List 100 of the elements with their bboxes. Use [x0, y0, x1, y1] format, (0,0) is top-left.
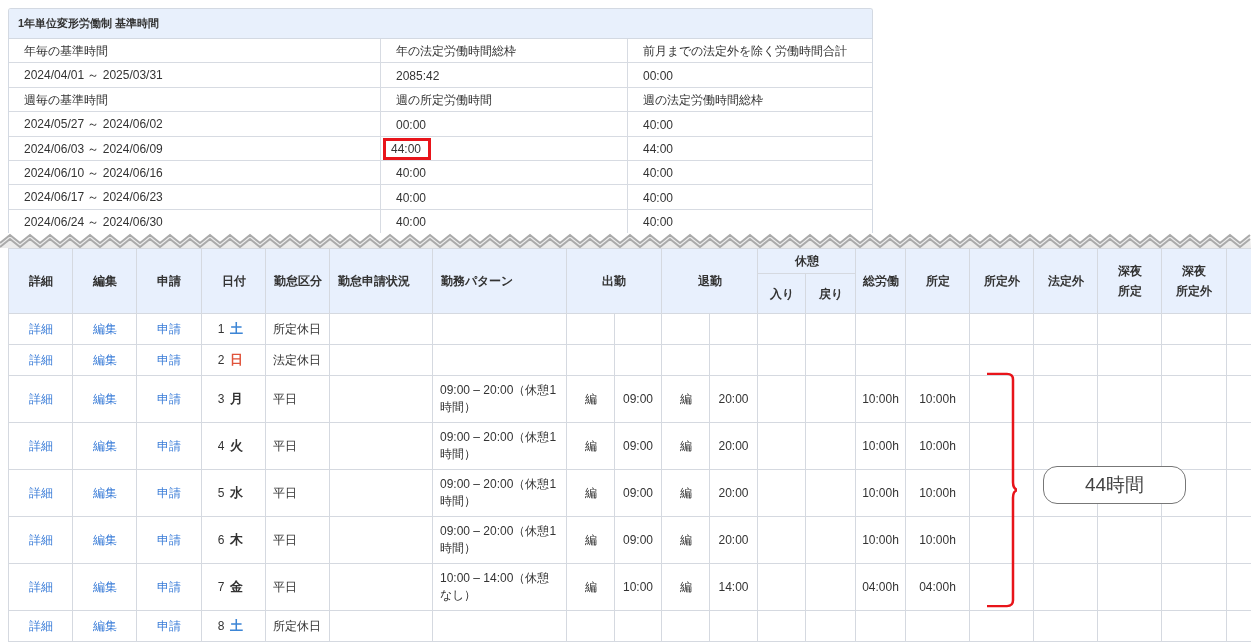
attendance-category: 所定休日	[273, 321, 321, 336]
table-cell-text: 00:00	[395, 116, 428, 134]
column-header: 申請	[136, 248, 202, 314]
clock-in-time: 09:00	[623, 485, 653, 500]
request-link[interactable]: 申請	[157, 352, 181, 367]
column-header: 所定	[905, 248, 970, 314]
column-header: 入り	[757, 273, 806, 314]
edited-marker: 編	[679, 532, 692, 547]
column-header: 退勤	[661, 248, 758, 314]
table-cell-text: 00:00	[642, 67, 675, 85]
attendance-category: 平日	[273, 532, 297, 547]
edit-link[interactable]: 編集	[92, 485, 117, 500]
scheduled-hours: 10:00h	[919, 485, 956, 500]
detail-link[interactable]: 詳細	[28, 618, 53, 633]
work-pattern: 09:00 – 20:00（休憩1時間）	[440, 477, 557, 508]
table-cell: 44:00	[383, 138, 432, 161]
request-link[interactable]: 申請	[157, 618, 181, 633]
request-link[interactable]: 申請	[157, 321, 181, 336]
attendance-category: 平日	[273, 579, 297, 594]
detail-link[interactable]: 詳細	[28, 391, 53, 406]
clock-out-time: 20:00	[718, 485, 749, 500]
table-cell-text: 2024/05/27 ～ 2024/06/02	[23, 116, 164, 134]
work-pattern: 09:00 – 20:00（休憩1時間）	[440, 524, 557, 555]
column-header: 休憩	[757, 248, 856, 274]
day-number: 5	[217, 486, 225, 500]
total-hours: 10:00h	[862, 485, 899, 500]
clock-out-time: 20:00	[718, 438, 749, 453]
edited-marker: 編	[679, 579, 692, 594]
column-header: 法定外	[1033, 248, 1098, 314]
edit-link[interactable]: 編集	[92, 391, 117, 406]
edited-marker: 編	[584, 532, 597, 547]
column-header: 総労働	[855, 248, 906, 314]
column-header: 詳細	[8, 248, 73, 314]
attendance-category: 平日	[273, 438, 297, 453]
table-cell-text: 2024/06/24 ～ 2024/06/30	[23, 213, 164, 231]
callout-label: 44時間	[1043, 466, 1186, 504]
column-header: 勤怠申請状況	[329, 248, 433, 314]
column-header: 戻り	[805, 273, 856, 314]
clock-out-time: 20:00	[718, 391, 749, 406]
weekday-label: 日	[230, 352, 244, 367]
total-hours: 10:00h	[862, 532, 899, 547]
column-header: 所定外	[1176, 284, 1212, 298]
column-header: 日付	[201, 248, 266, 314]
attendance-category: 平日	[273, 391, 297, 406]
clock-in-time: 09:00	[623, 391, 653, 406]
detail-link[interactable]: 詳細	[28, 352, 53, 367]
table-cell-text: 2024/06/03 ～ 2024/06/09	[23, 140, 164, 158]
weekday-label: 土	[230, 321, 244, 336]
attendance-category: 平日	[273, 485, 297, 500]
weekday-label: 火	[230, 438, 244, 453]
table-cell-text: 40:00	[395, 214, 428, 232]
edit-link[interactable]: 編集	[92, 579, 117, 594]
day-number: 4	[217, 439, 225, 453]
table-cell-text: 40:00	[395, 189, 428, 207]
detail-link[interactable]: 詳細	[28, 321, 53, 336]
weekday-label: 木	[230, 532, 244, 547]
day-number: 3	[217, 392, 225, 406]
table-cell-text: 2024/06/10 ～ 2024/06/16	[23, 164, 164, 182]
table-cell-text: 2024/04/01 ～ 2025/03/31	[23, 67, 164, 85]
request-link[interactable]: 申請	[157, 438, 181, 453]
edit-link[interactable]: 編集	[92, 352, 117, 367]
total-hours: 10:00h	[862, 438, 899, 453]
day-number: 6	[217, 533, 225, 547]
edited-marker: 編	[584, 579, 597, 594]
edit-link[interactable]: 編集	[92, 438, 117, 453]
column-header: 深夜	[1117, 264, 1142, 278]
column-header: 編集	[72, 248, 137, 314]
work-pattern: 09:00 – 20:00（休憩1時間）	[440, 430, 557, 461]
detail-link[interactable]: 詳細	[28, 438, 53, 453]
edit-link[interactable]: 編集	[92, 321, 117, 336]
weekday-label: 金	[230, 579, 244, 594]
request-link[interactable]: 申請	[157, 579, 181, 594]
edit-link[interactable]: 編集	[92, 532, 117, 547]
detail-link[interactable]: 詳細	[28, 579, 53, 594]
request-link[interactable]: 申請	[157, 485, 181, 500]
table-cell-text: 週の所定労働時間	[395, 91, 493, 109]
request-link[interactable]: 申請	[157, 391, 181, 406]
clock-out-time: 14:00	[718, 579, 749, 594]
edited-marker: 編	[584, 485, 597, 500]
request-link[interactable]: 申請	[157, 532, 181, 547]
table-cell-text: 2085:42	[395, 67, 441, 85]
detail-link[interactable]: 詳細	[28, 532, 53, 547]
column-header: 勤務パターン	[432, 248, 567, 314]
edit-link[interactable]: 編集	[92, 618, 117, 633]
table-cell-text: 40:00	[642, 189, 675, 207]
total-hours: 10:00h	[862, 391, 899, 406]
clock-in-time: 09:00	[623, 438, 653, 453]
panel-title: 1年単位変形労働制 基準時間	[9, 9, 872, 39]
edited-marker: 編	[679, 438, 692, 453]
day-number: 2	[217, 353, 225, 367]
scheduled-hours: 04:00h	[919, 579, 956, 594]
table-cell-text: 年毎の基準時間	[23, 43, 109, 60]
clock-in-time: 09:00	[623, 532, 653, 547]
table-cell-text: 40:00	[395, 165, 428, 183]
detail-link[interactable]: 詳細	[28, 485, 53, 500]
table-cell-text: 40:00	[642, 116, 675, 134]
table-cell-text: 前月までの法定外を除く労働時間合計	[642, 43, 848, 60]
scheduled-hours: 10:00h	[919, 438, 956, 453]
scheduled-hours: 10:00h	[919, 532, 956, 547]
column-header: 所定	[1117, 284, 1142, 298]
